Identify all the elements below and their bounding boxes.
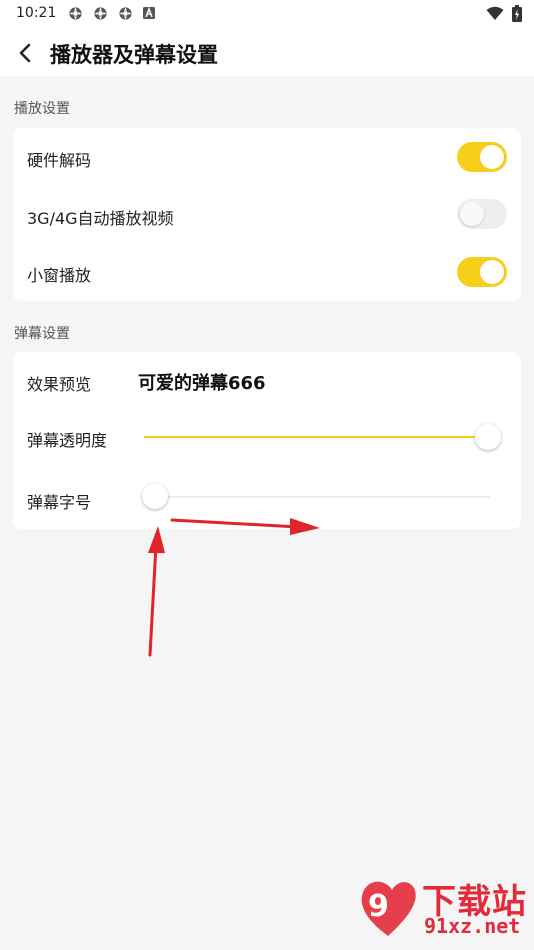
annotation-arrows bbox=[148, 518, 320, 657]
right-arrow-head bbox=[290, 518, 320, 535]
right-arrow-shaft bbox=[170, 518, 300, 529]
annotation-arrow-group bbox=[148, 518, 320, 657]
svg-text:9: 9 bbox=[368, 889, 389, 924]
watermark-url: 91xz.net bbox=[424, 914, 521, 938]
up-arrow-shaft bbox=[148, 543, 158, 657]
watermark-logo: 9 bbox=[361, 881, 416, 936]
up-arrow-head bbox=[148, 526, 165, 553]
watermark: 9 下载站 91xz.net bbox=[358, 874, 528, 944]
